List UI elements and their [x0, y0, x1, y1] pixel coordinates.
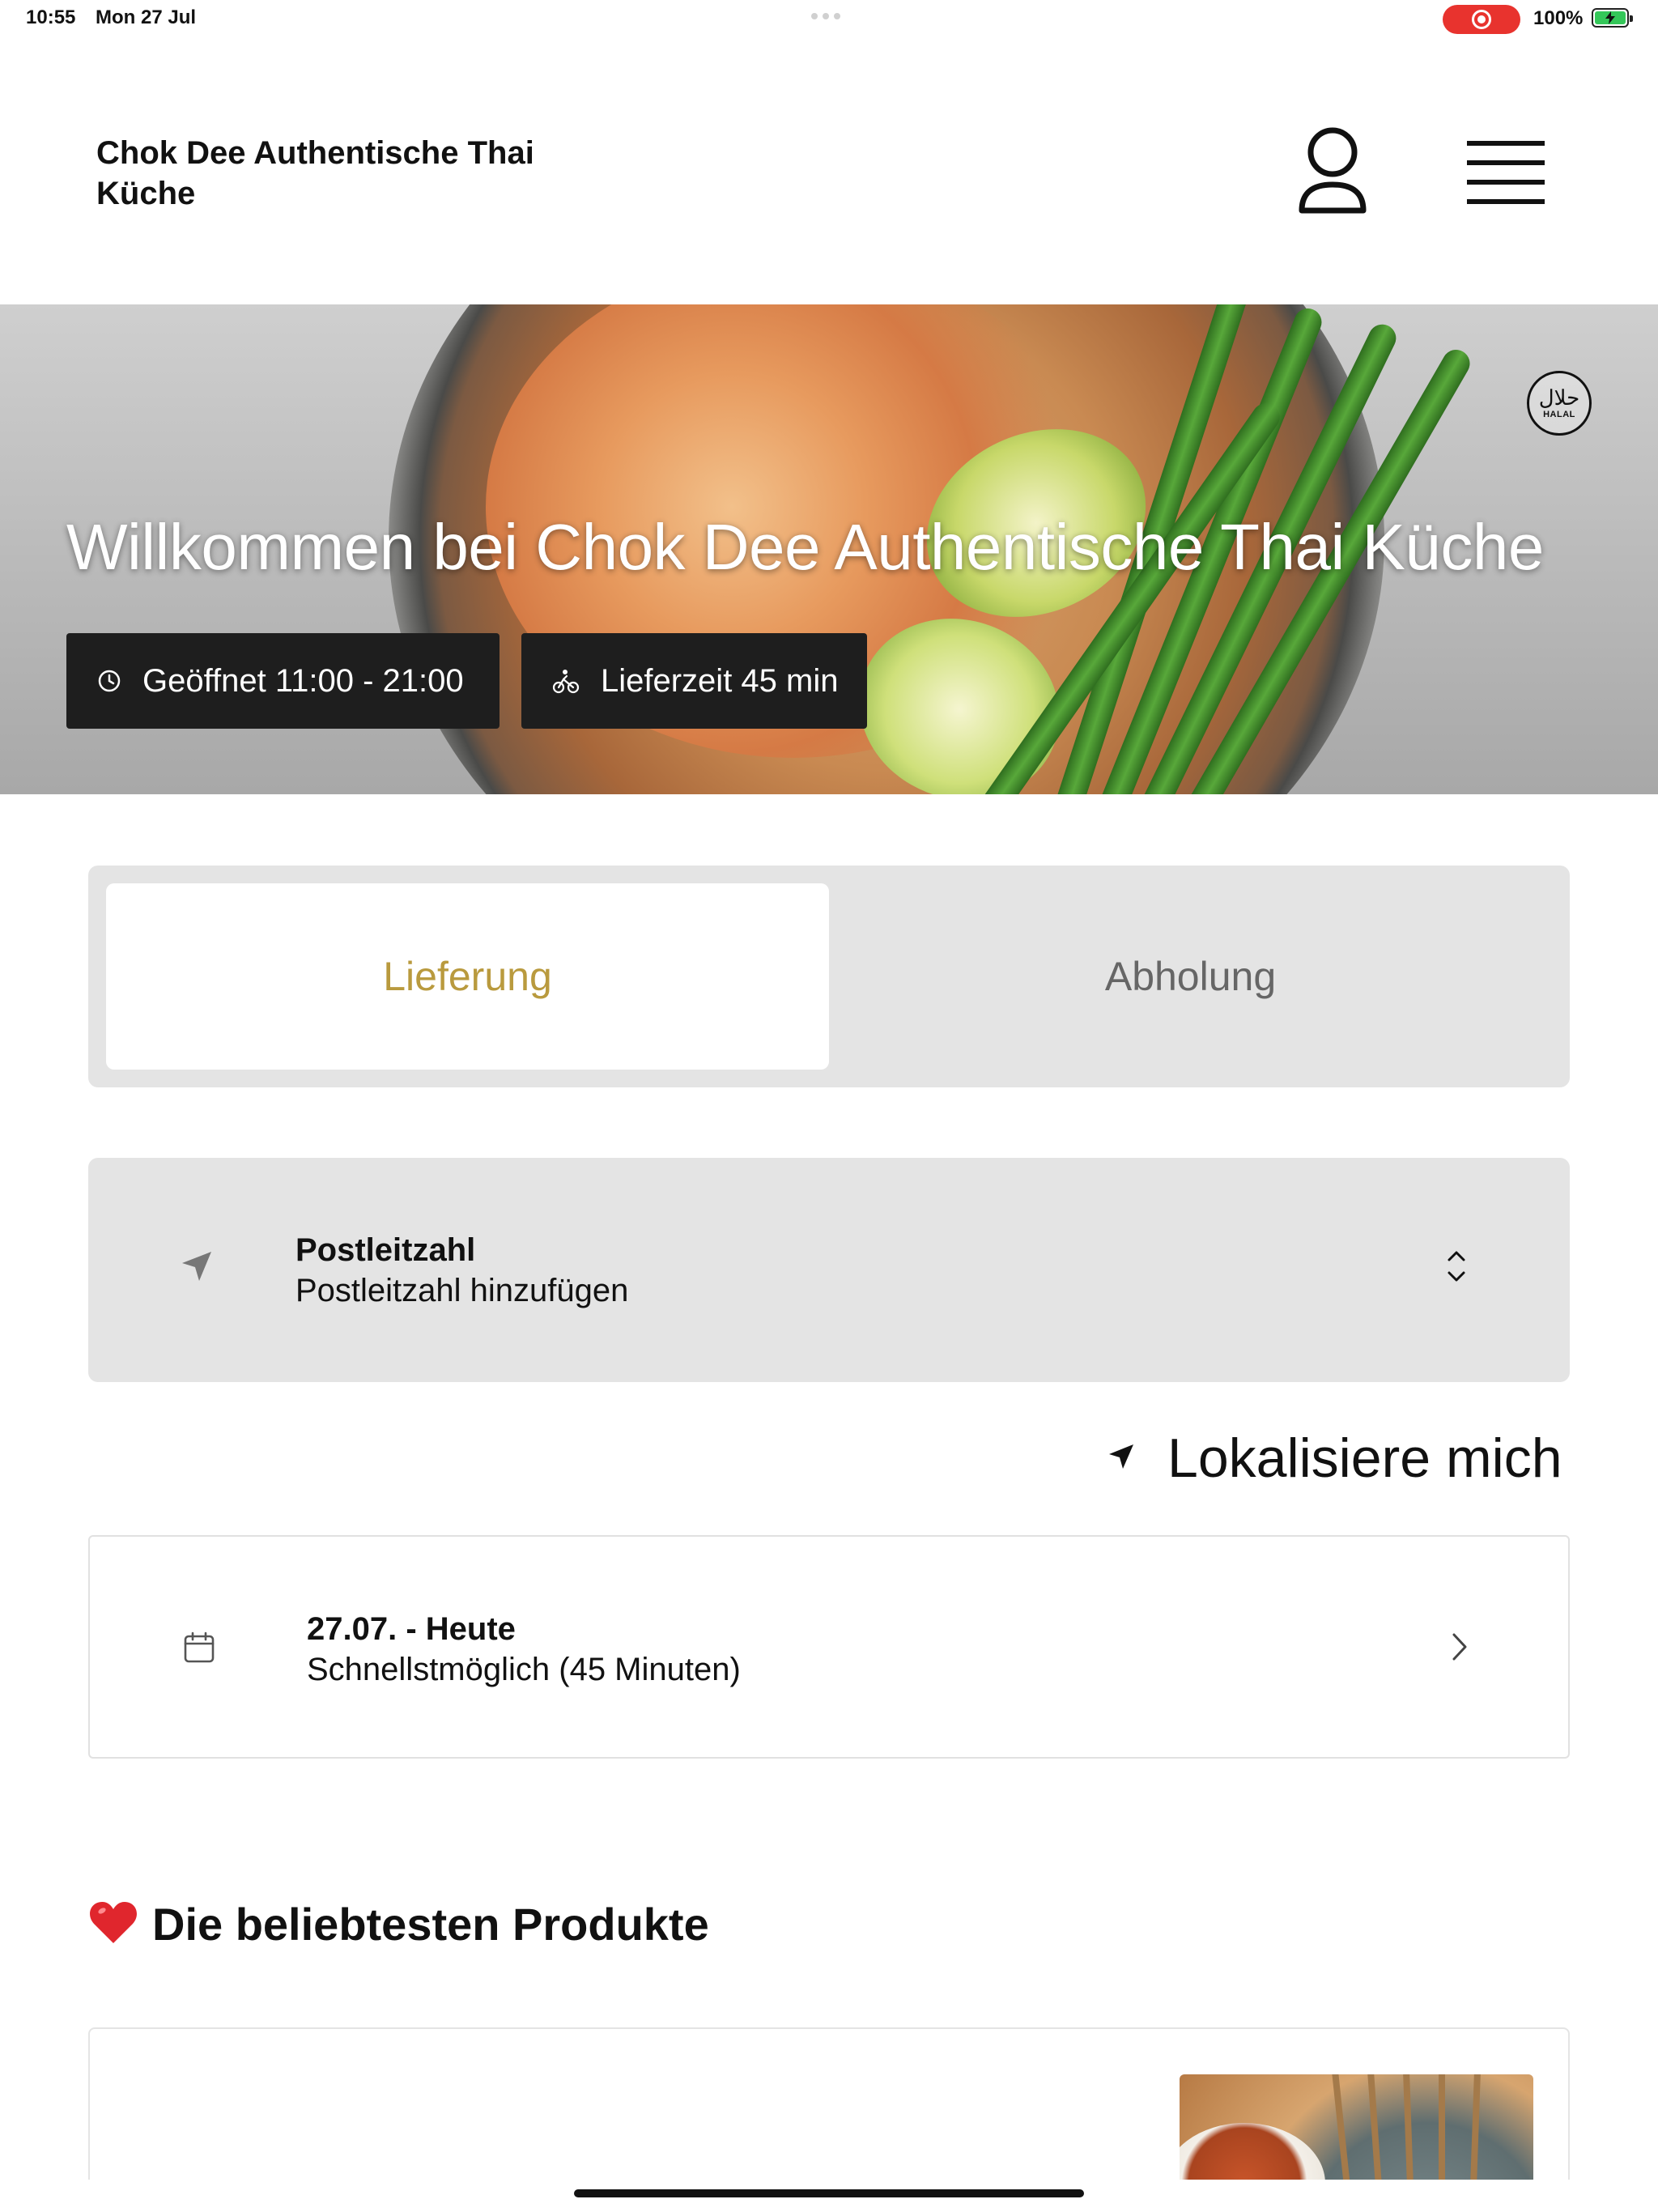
locate-me-button[interactable]: Lokalisiere mich [1107, 1427, 1562, 1489]
opening-hours-chip: Geöffnet 11:00 - 21:00 [66, 633, 500, 729]
person-icon [1299, 127, 1367, 214]
postal-code-selector[interactable]: Postleitzahl Postleitzahl hinzufügen [88, 1158, 1570, 1382]
clock-icon [97, 669, 121, 693]
tab-pickup[interactable]: Abholung [829, 883, 1552, 1070]
hero-title: Willkommen bei Chok Dee Authentische Tha… [66, 511, 1544, 583]
delivery-time-chip: Lieferzeit 45 min [521, 633, 867, 729]
battery-percentage: 100% [1533, 7, 1584, 29]
locate-me-label: Lokalisiere mich [1167, 1427, 1562, 1489]
schedule-time: Schnellstmöglich (45 Minuten) [307, 1652, 741, 1687]
halal-badge-label: HALAL [1543, 410, 1575, 419]
screen-recording-indicator[interactable] [1443, 5, 1520, 34]
hamburger-menu-icon [1467, 141, 1545, 204]
chevron-right-icon [1450, 1631, 1469, 1667]
postal-code-placeholder: Postleitzahl hinzufügen [295, 1273, 629, 1308]
heart-icon [89, 1899, 138, 1949]
postal-code-label: Postleitzahl [295, 1232, 476, 1268]
bicycle-courier-icon [552, 667, 580, 695]
menu-button[interactable] [1465, 138, 1546, 211]
navigation-arrow-icon [1107, 1443, 1135, 1474]
restaurant-name[interactable]: Chok Dee Authentische Thai Küche [96, 133, 614, 214]
popular-products-heading: Die beliebtesten Produkte [89, 1898, 709, 1950]
delivery-schedule-selector[interactable]: 27.07. - Heute Schnellstmöglich (45 Minu… [88, 1535, 1570, 1759]
chevron-up-down-icon [1445, 1249, 1468, 1288]
multitasking-dots-icon[interactable] [811, 13, 840, 19]
calendar-icon [182, 1631, 216, 1669]
hero-banner: حلال HALAL Willkommen bei Chok Dee Authe… [0, 304, 1658, 794]
status-date: Mon 27 Jul [96, 6, 197, 28]
tab-delivery[interactable]: Lieferung [106, 883, 829, 1070]
order-mode-switch: Lieferung Abholung [88, 866, 1570, 1087]
opening-hours-text: Geöffnet 11:00 - 21:00 [142, 662, 464, 699]
battery-icon [1592, 8, 1633, 28]
header: Chok Dee Authentische Thai Küche [0, 39, 1658, 304]
popular-products-title: Die beliebtesten Produkte [152, 1899, 709, 1950]
status-bar: 10:55 Mon 27 Jul 100% [0, 0, 1658, 39]
halal-badge-arabic: حلال [1538, 386, 1580, 410]
account-button[interactable] [1292, 123, 1373, 220]
location-arrow-icon [179, 1249, 215, 1288]
halal-badge-icon: حلال HALAL [1527, 371, 1592, 436]
schedule-date: 27.07. - Heute [307, 1611, 516, 1647]
delivery-time-text: Lieferzeit 45 min [601, 662, 839, 699]
home-indicator[interactable] [574, 2189, 1084, 2197]
status-time: 10:55 [26, 6, 76, 28]
